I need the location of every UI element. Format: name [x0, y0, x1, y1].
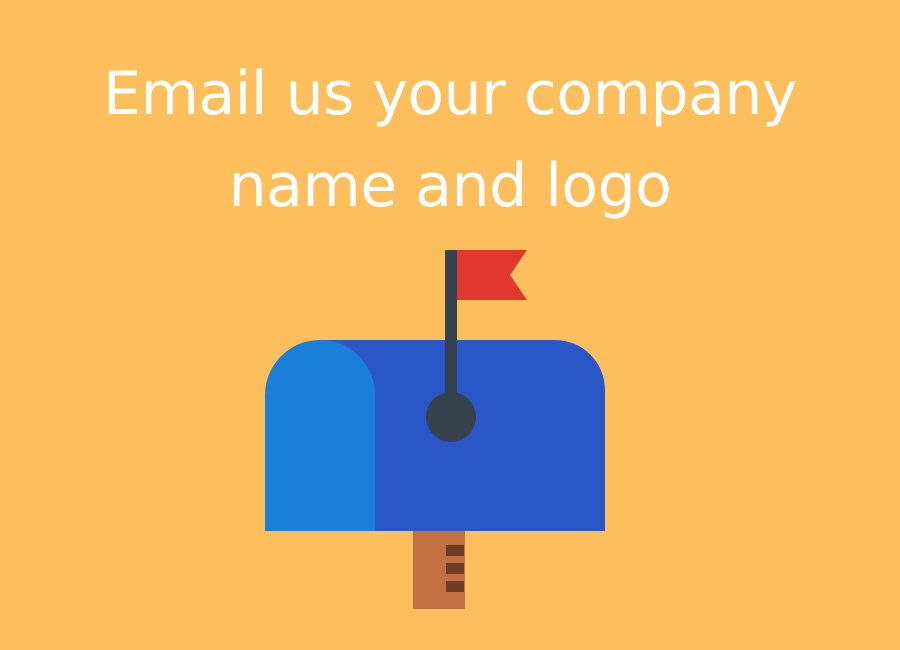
flag-pivot	[426, 392, 476, 442]
mailbox-icon	[265, 250, 605, 609]
mailbox-door	[265, 340, 375, 531]
post-notch	[446, 581, 464, 592]
post-notch	[446, 563, 464, 574]
post-notch	[446, 545, 464, 556]
mailbox-flag	[456, 250, 527, 300]
